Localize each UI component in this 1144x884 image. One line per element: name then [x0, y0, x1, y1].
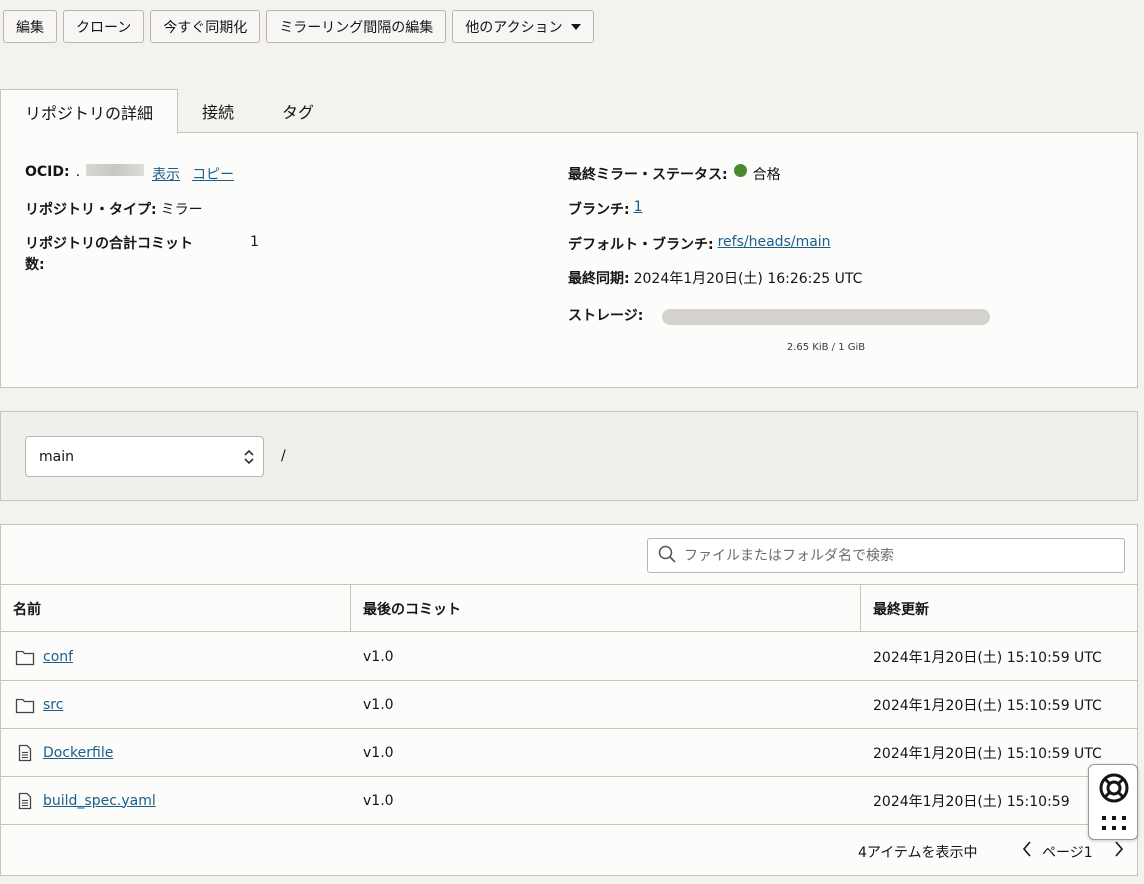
page-indicator: ページ1: [1042, 845, 1093, 861]
file-search-input[interactable]: [682, 546, 1112, 565]
commits-label-line1: リポジトリの合計コミット: [25, 236, 193, 252]
last-commit-cell: v1.0: [363, 696, 394, 713]
action-toolbar: 編集 クローン 今すぐ同期化 ミラーリング間隔の編集 他のアクション: [3, 10, 594, 43]
files-table-header: 名前 最後のコミット 最終更新: [1, 584, 1137, 632]
repo-type-row: リポジトリ・タイプ: ミラー: [25, 199, 203, 219]
table-row: src v1.0 2024年1月20日(土) 15:10:59 UTC: [1, 681, 1137, 729]
tab-bar: リポジトリの詳細 接続 タグ: [0, 89, 338, 134]
table-row: Dockerfile v1.0 2024年1月20日(土) 15:10:59 U…: [1, 729, 1137, 777]
ocid-prefix: .: [75, 164, 81, 180]
folder-icon: [15, 696, 35, 714]
default-branch-label: デフォルト・ブランチ:: [568, 237, 714, 253]
mirror-status-value: 合格: [752, 167, 781, 183]
last-commit-cell: v1.0: [363, 792, 394, 809]
clone-button[interactable]: クローン: [63, 10, 145, 43]
more-actions-button[interactable]: 他のアクション: [452, 10, 594, 43]
caret-down-icon: [570, 23, 581, 30]
apps-grid-icon[interactable]: [1101, 815, 1127, 837]
search-icon: [658, 545, 676, 567]
last-commit-cell: v1.0: [363, 744, 394, 761]
ocid-label: OCID:: [25, 164, 70, 180]
file-link[interactable]: Dockerfile: [43, 745, 113, 761]
more-actions-label: 他のアクション: [465, 19, 563, 36]
select-updown-icon: [243, 447, 255, 468]
ocid-copy-link[interactable]: コピー: [192, 164, 234, 184]
branch-select[interactable]: main: [25, 436, 264, 477]
repo-type-value: ミラー: [160, 202, 203, 218]
file-icon: [15, 744, 35, 762]
chevron-left-icon[interactable]: [1020, 838, 1034, 865]
file-name-cell: src: [15, 681, 63, 728]
help-lifebuoy-icon[interactable]: [1098, 772, 1130, 808]
branches-row: ブランチ: 1: [568, 199, 643, 219]
storage-usage-text: 2.65 KiB / 1 GiB: [786, 342, 866, 353]
file-name-cell: build_spec.yaml: [15, 777, 156, 824]
file-name-cell: conf: [15, 633, 73, 680]
table-row: conf v1.0 2024年1月20日(土) 15:10:59 UTC: [1, 633, 1137, 681]
column-header-last-commit[interactable]: 最後のコミット: [351, 585, 861, 632]
storage-progress-bar: [662, 309, 990, 325]
last-updated-cell: 2024年1月20日(土) 15:10:59 UTC: [873, 697, 1102, 714]
status-ok-icon: [733, 164, 747, 177]
tab-repository-details[interactable]: リポジトリの詳細: [0, 89, 179, 134]
sync-now-button[interactable]: 今すぐ同期化: [150, 10, 261, 43]
edit-button[interactable]: 編集: [3, 10, 57, 43]
storage-label: ストレージ:: [568, 308, 644, 324]
table-row: build_spec.yaml v1.0 2024年1月20日(土) 15:10…: [1, 777, 1137, 825]
column-header-last-updated[interactable]: 最終更新: [861, 585, 1137, 632]
edit-mirror-interval-button[interactable]: ミラーリング間隔の編集: [266, 10, 447, 43]
ocid-show-link[interactable]: 表示: [152, 164, 180, 184]
last-updated-cell: 2024年1月20日(土) 15:10:59 UTC: [873, 745, 1102, 762]
commits-label-line2: 数:: [25, 257, 45, 273]
column-header-name[interactable]: 名前: [1, 585, 351, 632]
file-link[interactable]: src: [43, 697, 63, 713]
default-branch-row: デフォルト・ブランチ: refs/heads/main: [568, 234, 831, 254]
file-link[interactable]: build_spec.yaml: [43, 793, 156, 809]
branch-select-value: main: [39, 448, 74, 465]
mirror-status-row: 最終ミラー・ステータス: 合格: [568, 164, 781, 184]
default-branch-link[interactable]: refs/heads/main: [718, 234, 831, 250]
last-updated-cell: 2024年1月20日(土) 15:10:59 UTC: [873, 649, 1102, 666]
file-link[interactable]: conf: [43, 649, 73, 665]
chevron-right-icon[interactable]: [1112, 838, 1126, 865]
file-search-box[interactable]: [647, 538, 1125, 573]
tab-connection[interactable]: 接続: [178, 89, 258, 133]
last-sync-label: 最終同期:: [568, 271, 630, 287]
commits-row: リポジトリの合計コミット 数: 1: [25, 234, 259, 276]
last-updated-cell: 2024年1月20日(土) 15:10:59: [873, 793, 1070, 810]
commits-value: 1: [250, 234, 259, 250]
branches-label: ブランチ:: [568, 202, 630, 218]
file-name-cell: Dockerfile: [15, 729, 113, 776]
path-breadcrumb: /: [281, 448, 286, 464]
ocid-masked-value: [86, 164, 145, 176]
branches-count-link[interactable]: 1: [634, 199, 643, 215]
commits-label: リポジトリの合計コミット 数:: [25, 234, 240, 276]
last-commit-cell: v1.0: [363, 648, 394, 665]
last-sync-value: 2024年1月20日(土) 16:26:25 UTC: [633, 271, 863, 287]
repo-type-label: リポジトリ・タイプ:: [25, 202, 157, 218]
last-sync-row: 最終同期: 2024年1月20日(土) 16:26:25 UTC: [568, 268, 862, 288]
file-icon: [15, 792, 35, 810]
item-count-text: 4アイテムを表示中: [858, 845, 978, 861]
storage-row: ストレージ:: [568, 305, 643, 325]
mirror-status-label: 最終ミラー・ステータス:: [568, 167, 728, 183]
folder-icon: [15, 648, 35, 666]
ocid-row: OCID: . 表示 コピー: [25, 164, 234, 184]
help-widget[interactable]: [1088, 764, 1138, 840]
tab-tags[interactable]: タグ: [258, 89, 338, 133]
